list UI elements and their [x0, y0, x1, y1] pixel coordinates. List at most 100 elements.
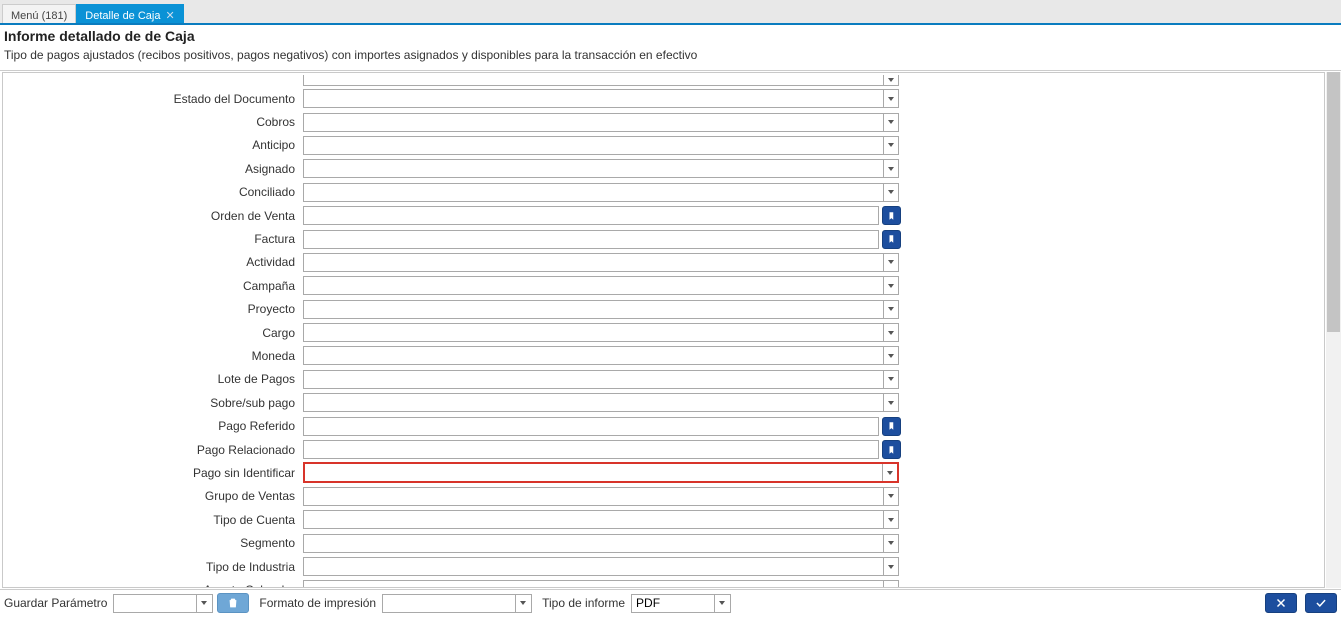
- combo-input[interactable]: [304, 301, 883, 318]
- combo-dropdown-button[interactable]: [883, 277, 898, 294]
- combo-dropdown-button[interactable]: [883, 488, 898, 505]
- field-label: Sobre/sub pago: [3, 396, 303, 410]
- combo-box[interactable]: [303, 276, 899, 295]
- close-icon[interactable]: ✕: [165, 9, 174, 22]
- combo-box[interactable]: [303, 580, 899, 588]
- field-label: Tipo de Industria: [3, 560, 303, 574]
- chevron-down-icon: [888, 284, 894, 288]
- combo-input[interactable]: [304, 184, 883, 201]
- field-wrapper: [303, 417, 901, 436]
- combo-dropdown-button[interactable]: [883, 75, 898, 85]
- combo-dropdown-button[interactable]: [883, 558, 898, 575]
- report-type-dropdown-button[interactable]: [714, 595, 729, 612]
- combo-box[interactable]: [303, 557, 899, 576]
- combo-input[interactable]: [304, 511, 883, 528]
- combo-box[interactable]: [303, 253, 899, 272]
- combo-input[interactable]: [304, 160, 883, 177]
- combo-dropdown-button[interactable]: [882, 464, 897, 481]
- combo-box[interactable]: [303, 300, 899, 319]
- combo-box[interactable]: [303, 462, 899, 483]
- combo-dropdown-button[interactable]: [883, 184, 898, 201]
- combo-dropdown-button[interactable]: [883, 114, 898, 131]
- combo-box[interactable]: [303, 370, 899, 389]
- combo-input[interactable]: [304, 347, 883, 364]
- scrollbar-vertical[interactable]: [1326, 72, 1341, 588]
- chevron-down-icon: [888, 401, 894, 405]
- combo-box[interactable]: [303, 487, 899, 506]
- save-param-input[interactable]: [114, 595, 196, 612]
- report-type-label: Tipo de informe: [542, 596, 627, 610]
- combo-box[interactable]: [303, 183, 899, 202]
- report-type-input[interactable]: [632, 595, 714, 612]
- field-label: Lote de Pagos: [3, 372, 303, 386]
- combo-input[interactable]: [304, 254, 883, 271]
- combo-dropdown-button[interactable]: [883, 254, 898, 271]
- combo-input[interactable]: [304, 324, 883, 341]
- text-input[interactable]: [304, 231, 878, 248]
- form-row: Agente Cobrador: [3, 578, 1324, 588]
- combo-box[interactable]: [303, 534, 899, 553]
- delete-param-button[interactable]: [217, 593, 249, 613]
- combo-dropdown-button[interactable]: [883, 301, 898, 318]
- combo-dropdown-button[interactable]: [883, 535, 898, 552]
- combo-dropdown-button[interactable]: [883, 347, 898, 364]
- chevron-down-icon: [719, 601, 725, 605]
- cancel-button[interactable]: [1265, 593, 1297, 613]
- text-input[interactable]: [304, 418, 878, 435]
- combo-input[interactable]: [304, 488, 883, 505]
- combo-input[interactable]: [304, 75, 883, 85]
- combo-box[interactable]: [303, 346, 899, 365]
- form-row: Tipo de Industria: [3, 555, 1324, 578]
- combo-dropdown-button[interactable]: [883, 511, 898, 528]
- combo-dropdown-button[interactable]: [883, 324, 898, 341]
- chevron-down-icon: [201, 601, 207, 605]
- print-format-label: Formato de impresión: [259, 596, 378, 610]
- save-param-combo[interactable]: [113, 594, 213, 613]
- chevron-down-icon: [888, 307, 894, 311]
- combo-box[interactable]: [303, 89, 899, 108]
- chevron-down-icon: [888, 120, 894, 124]
- save-param-dropdown-button[interactable]: [196, 595, 211, 612]
- combo-dropdown-button[interactable]: [883, 160, 898, 177]
- combo-input[interactable]: [305, 464, 882, 481]
- combo-input[interactable]: [304, 558, 883, 575]
- combo-input[interactable]: [304, 535, 883, 552]
- footer-bar: Guardar Parámetro Formato de impresión T…: [0, 590, 1341, 614]
- lookup-button[interactable]: [882, 230, 901, 249]
- ok-button[interactable]: [1305, 593, 1337, 613]
- field-wrapper: [303, 75, 899, 86]
- combo-input[interactable]: [304, 137, 883, 154]
- combo-input[interactable]: [304, 114, 883, 131]
- print-format-combo[interactable]: [382, 594, 532, 613]
- combo-input[interactable]: [304, 371, 883, 388]
- combo-input[interactable]: [304, 277, 883, 294]
- combo-box[interactable]: [303, 159, 899, 178]
- combo-box[interactable]: [303, 75, 899, 86]
- combo-input[interactable]: [304, 90, 883, 107]
- combo-box[interactable]: [303, 113, 899, 132]
- tab-menu[interactable]: Menú (181): [2, 4, 76, 23]
- combo-dropdown-button[interactable]: [883, 371, 898, 388]
- form-row: Factura: [3, 227, 1324, 250]
- print-format-input[interactable]: [383, 595, 515, 612]
- combo-box[interactable]: [303, 510, 899, 529]
- combo-box[interactable]: [303, 136, 899, 155]
- combo-dropdown-button[interactable]: [883, 137, 898, 154]
- tab-detalle-caja[interactable]: Detalle de Caja ✕: [76, 4, 183, 23]
- text-input[interactable]: [304, 207, 878, 224]
- combo-box[interactable]: [303, 323, 899, 342]
- combo-dropdown-button[interactable]: [883, 581, 898, 588]
- scrollbar-thumb[interactable]: [1327, 72, 1340, 332]
- lookup-button[interactable]: [882, 206, 901, 225]
- combo-box[interactable]: [303, 393, 899, 412]
- lookup-button[interactable]: [882, 440, 901, 459]
- lookup-button[interactable]: [882, 417, 901, 436]
- chevron-down-icon: [888, 97, 894, 101]
- combo-dropdown-button[interactable]: [883, 394, 898, 411]
- text-input[interactable]: [304, 441, 878, 458]
- report-type-combo[interactable]: [631, 594, 731, 613]
- print-format-dropdown-button[interactable]: [515, 595, 530, 612]
- combo-dropdown-button[interactable]: [883, 90, 898, 107]
- combo-input[interactable]: [304, 394, 883, 411]
- combo-input[interactable]: [304, 581, 883, 588]
